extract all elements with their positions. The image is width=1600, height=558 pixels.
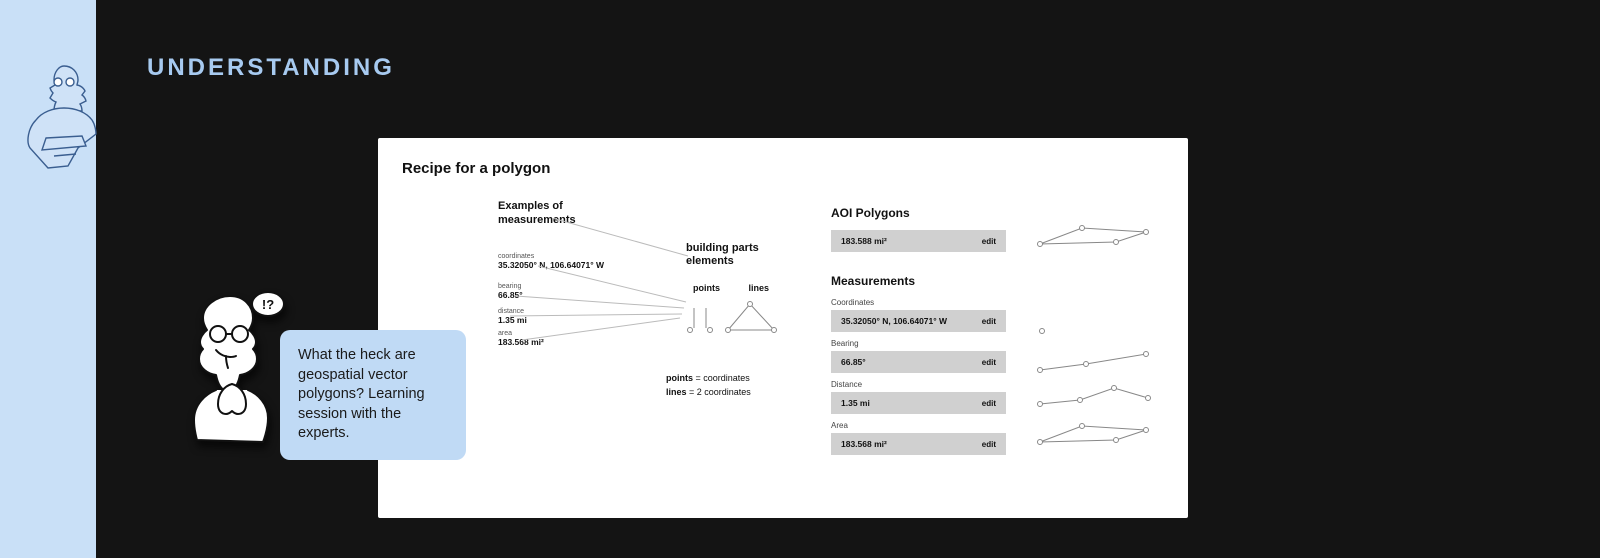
building-parts-heading: building parts elements bbox=[686, 242, 759, 268]
aoi-value: 183.588 mi² bbox=[841, 236, 887, 246]
recipe-card: Recipe for a polygon Examples of measure… bbox=[378, 138, 1188, 518]
building-parts-equations: points = coordinates lines = 2 coordinat… bbox=[666, 372, 751, 399]
m-area-row: 183.568 mi² edit bbox=[831, 433, 1006, 455]
thinking-character-illustration: !? bbox=[172, 290, 287, 490]
m-distance-edit[interactable]: edit bbox=[982, 399, 996, 408]
m-bearing-thumbnail bbox=[1036, 350, 1156, 376]
measurements-heading: Measurements bbox=[831, 274, 1171, 288]
m-bearing-edit[interactable]: edit bbox=[982, 358, 996, 367]
label-lines: lines bbox=[749, 283, 770, 293]
m-bearing-row: 66.85° edit bbox=[831, 351, 1006, 373]
m-bearing-label: Bearing bbox=[831, 339, 1171, 348]
m-area-thumbnail bbox=[1036, 418, 1156, 448]
m-distance-row: 1.35 mi edit bbox=[831, 392, 1006, 414]
m-coordinates-row: 35.32050° N, 106.64071° W edit bbox=[831, 310, 1006, 332]
aoi-row: 183.588 mi² edit bbox=[831, 230, 1006, 252]
building-parts-diagram bbox=[684, 294, 780, 338]
m-area-value: 183.568 mi² bbox=[841, 439, 887, 449]
m-area-edit[interactable]: edit bbox=[982, 440, 996, 449]
building-parts-heading-line1: building parts bbox=[686, 242, 759, 254]
eq-points-lhs: points bbox=[666, 373, 693, 383]
svg-text:!?: !? bbox=[262, 297, 274, 312]
aoi-heading: AOI Polygons bbox=[831, 206, 1171, 220]
speech-text: What the heck are geospatial vector poly… bbox=[298, 347, 425, 441]
section-title: UNDERSTANDING bbox=[147, 54, 395, 82]
examples-heading-line1: Examples of bbox=[498, 200, 563, 212]
card-title: Recipe for a polygon bbox=[402, 160, 550, 177]
speech-bubble: What the heck are geospatial vector poly… bbox=[280, 330, 466, 460]
aoi-edit-link[interactable]: edit bbox=[982, 237, 996, 246]
eq-lines-lhs: lines bbox=[666, 387, 687, 397]
reader-character-illustration bbox=[6, 60, 121, 170]
m-coordinates-edit[interactable]: edit bbox=[982, 317, 996, 326]
m-coordinates-label: Coordinates bbox=[831, 298, 1171, 307]
eq-lines-rhs: = 2 coordinates bbox=[687, 387, 751, 397]
m-coordinates-value: 35.32050° N, 106.64071° W bbox=[841, 316, 947, 326]
m-distance-value: 1.35 mi bbox=[841, 398, 870, 408]
building-parts-heading-line2: elements bbox=[686, 255, 734, 267]
eq-points-rhs: = coordinates bbox=[693, 373, 750, 383]
m-bearing-value: 66.85° bbox=[841, 357, 866, 367]
building-parts-sublabels: points lines bbox=[693, 283, 769, 293]
m-distance-thumbnail bbox=[1036, 384, 1156, 410]
label-points: points bbox=[693, 283, 720, 293]
connector-lines bbox=[498, 218, 698, 398]
aoi-thumbnail bbox=[1036, 220, 1156, 250]
m-coordinates-thumbnail bbox=[1036, 322, 1156, 340]
